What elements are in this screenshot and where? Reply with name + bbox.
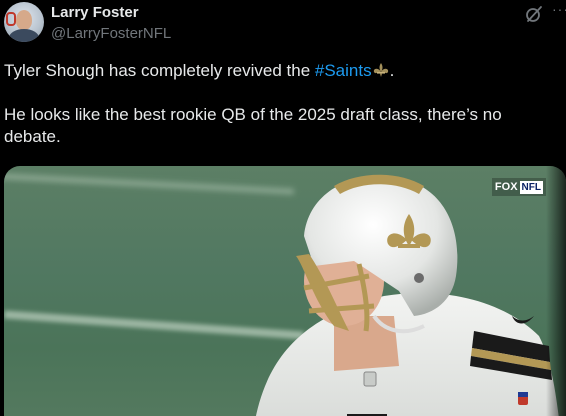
avatar[interactable] xyxy=(4,2,44,42)
author-handle[interactable]: @LarryFosterNFL xyxy=(51,25,171,43)
avatar-face xyxy=(16,10,32,30)
network-badge-nfl: NFL xyxy=(519,180,543,194)
tweet-text-segment: . xyxy=(389,61,395,80)
author-display-name[interactable]: Larry Foster xyxy=(51,4,171,22)
tweet-text-line2: He looks like the best rookie QB of the … xyxy=(4,105,502,146)
avatar-logo-mark xyxy=(6,12,16,26)
tweet-text-line1: Tyler Shough has completely revived the … xyxy=(4,60,559,82)
more-icon[interactable]: ··· xyxy=(552,2,566,20)
player-illustration xyxy=(256,174,559,416)
grok-icon[interactable] xyxy=(524,4,544,24)
tweet-text-segment: Tyler Shough has completely revived the xyxy=(4,61,315,80)
hashtag-link[interactable]: #Saints xyxy=(315,61,372,80)
network-badge-fox: FOX xyxy=(494,181,518,193)
author-info[interactable]: Larry Foster @LarryFosterNFL xyxy=(51,4,171,43)
background-shadow xyxy=(546,166,566,416)
tweet-text: Tyler Shough has completely revived the … xyxy=(4,60,559,148)
fleur-de-lis-icon xyxy=(373,63,388,77)
avatar-shirt xyxy=(9,29,39,42)
tweet-media-image[interactable]: FOX NFL xyxy=(4,166,566,416)
network-badge: FOX NFL xyxy=(491,178,546,196)
